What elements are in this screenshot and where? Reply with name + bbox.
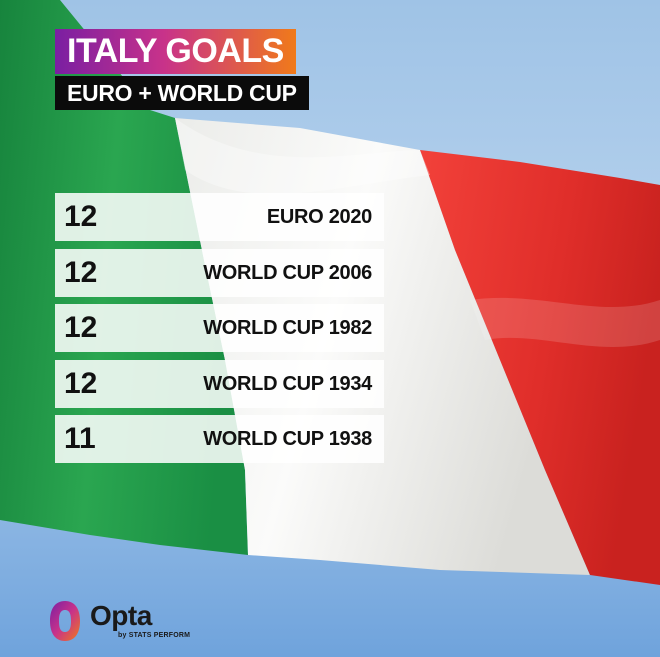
opta-mark-icon	[50, 601, 80, 641]
tournament-label: WORLD CUP 1934	[203, 372, 372, 395]
goals-value: 12	[64, 366, 98, 400]
tournament-label: WORLD CUP 1982	[203, 317, 372, 339]
tournament-label: WORLD CUP 2006	[203, 261, 372, 284]
subtitle-badge: EURO + WORLD CUP	[55, 76, 309, 110]
goals-value: 12	[64, 311, 98, 344]
table-row: 12 WORLD CUP 2006	[55, 248, 384, 297]
goals-table: 12 EURO 2020 12 WORLD CUP 2006 12 WORLD CUP 1…	[55, 193, 384, 471]
opta-tagline: by STATS PERFORM	[118, 632, 191, 639]
opta-wordmark: Opta	[90, 600, 152, 631]
goals-value: 12	[64, 200, 98, 233]
graphic-canvas: ITALY GOALS EURO + WORLD CUP 12 EURO 2020…	[0, 0, 660, 657]
tournament-label: WORLD CUP 1938	[203, 428, 372, 450]
tournament-label: EURO 2020	[266, 206, 372, 228]
table-row: 12 EURO 2020	[55, 193, 384, 241]
goals-value: 12	[64, 255, 98, 289]
goals-value: 11	[64, 422, 96, 455]
title-badge: ITALY GOALS	[55, 29, 296, 74]
table-row: 11 WORLD CUP 1938	[55, 415, 384, 463]
table-row: 12 WORLD CUP 1934	[55, 359, 384, 408]
table-row: 12 WORLD CUP 1982	[55, 304, 384, 352]
